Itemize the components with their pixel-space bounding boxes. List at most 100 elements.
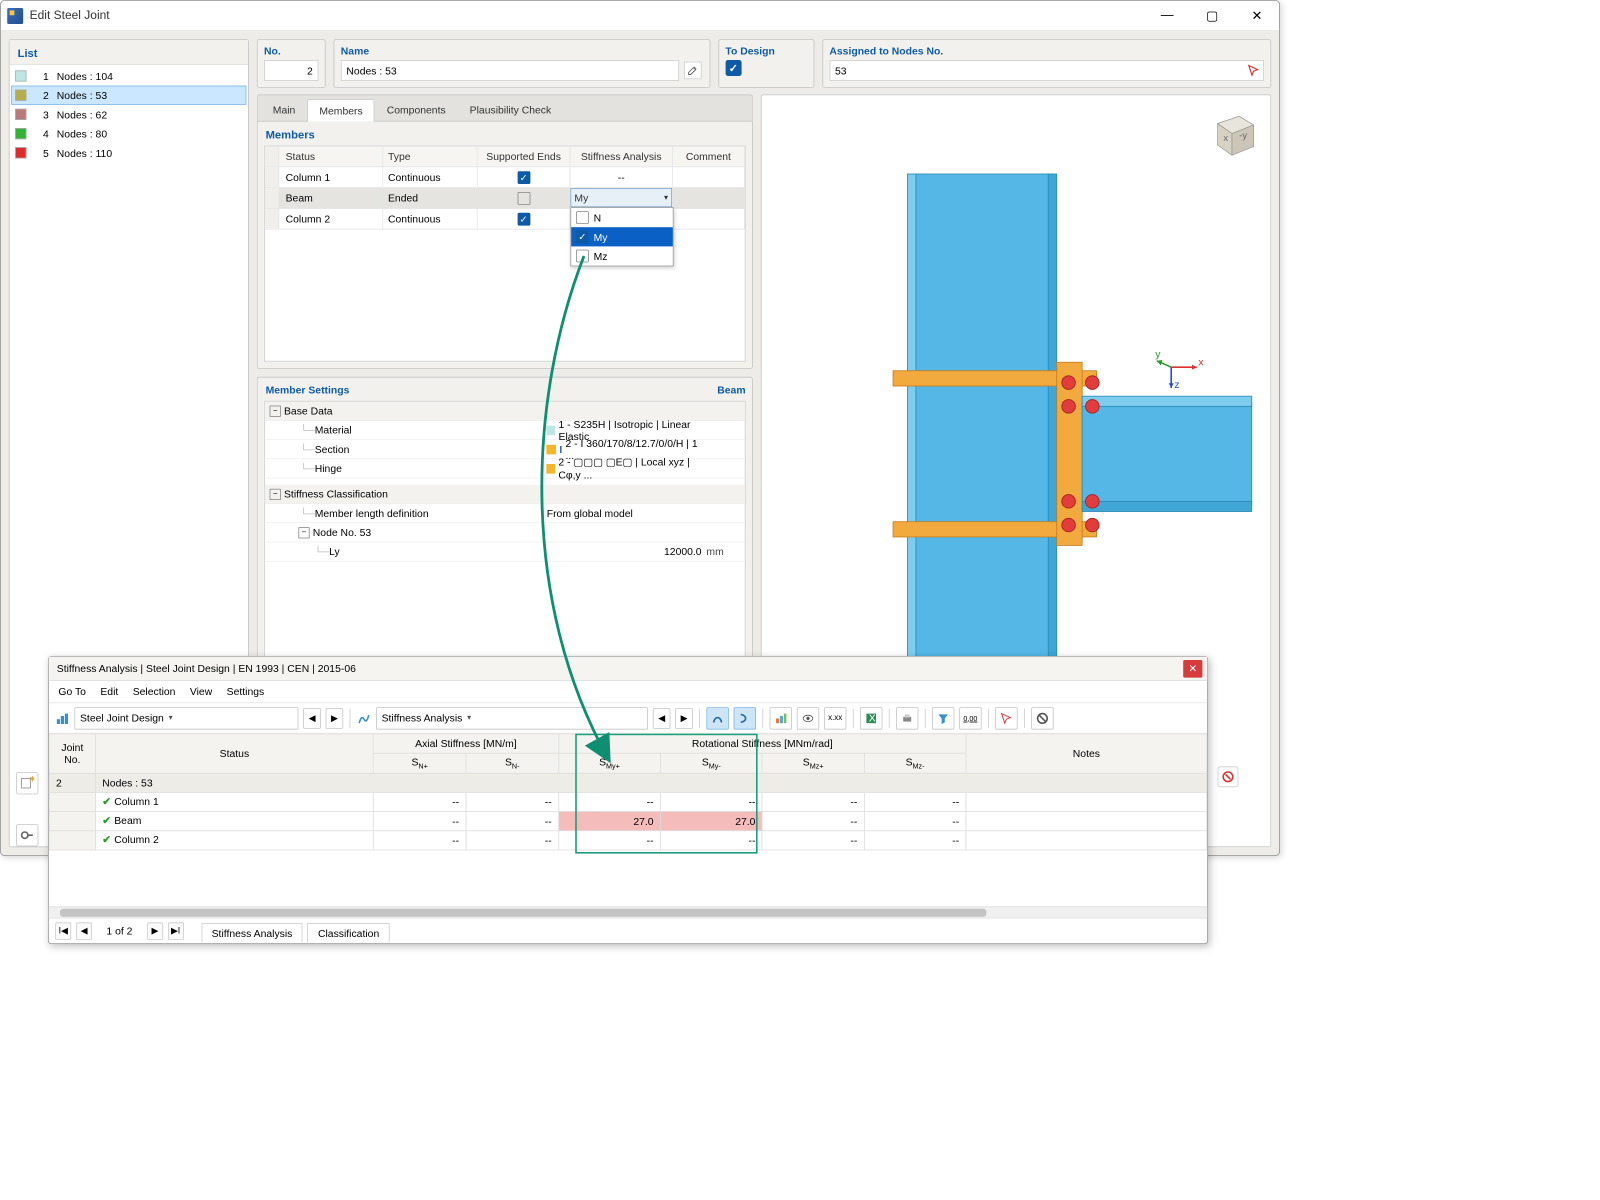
- nav-cube-icon[interactable]: -y x: [1203, 105, 1261, 163]
- clear-results-button[interactable]: [1218, 766, 1239, 787]
- results-close-button[interactable]: ✕: [1183, 660, 1202, 678]
- side-tool-new[interactable]: ✶: [16, 772, 38, 794]
- group-row[interactable]: 2 Nodes : 53: [49, 773, 1207, 792]
- pick-nodes-icon[interactable]: [1245, 62, 1263, 80]
- tree-row[interactable]: └─ Ly12000.0mm: [265, 542, 745, 561]
- menu-settings[interactable]: Settings: [227, 686, 265, 698]
- supported-checkbox[interactable]: ✓: [517, 171, 530, 184]
- next-design-button[interactable]: ▶: [326, 708, 344, 729]
- tree-row[interactable]: └─ Hinge2 - ▢▢▢ ▢E▢ | Local xyz | Cφ,y .…: [265, 459, 745, 478]
- prev-analysis-button[interactable]: ◀: [653, 708, 671, 729]
- assigned-input[interactable]: [829, 60, 1264, 81]
- print-button[interactable]: [896, 707, 918, 729]
- footer-tab-classification[interactable]: Classification: [308, 923, 390, 942]
- target-button[interactable]: [995, 707, 1017, 729]
- footer-tab-stiffness[interactable]: Stiffness Analysis: [201, 923, 303, 942]
- list-panel-title: List: [10, 40, 248, 65]
- expander-icon[interactable]: −: [298, 527, 309, 538]
- pager-prev[interactable]: ◀: [76, 922, 92, 940]
- expander-icon[interactable]: −: [270, 488, 281, 499]
- maximize-button[interactable]: ▢: [1190, 0, 1235, 30]
- list-item[interactable]: 4 Nodes : 80: [11, 124, 246, 143]
- menu-edit[interactable]: Edit: [100, 686, 118, 698]
- results-menubar: Go To Edit Selection View Settings: [49, 681, 1207, 703]
- results-title: Stiffness Analysis | Steel Joint Design …: [57, 662, 356, 674]
- dropdown-option[interactable]: ✓ My: [571, 227, 673, 246]
- stiffness-dropdown[interactable]: My▾: [570, 188, 672, 207]
- app-icon: [7, 8, 23, 24]
- assigned-label: Assigned to Nodes No.: [829, 45, 1264, 57]
- chevron-down-icon: ▾: [169, 714, 173, 723]
- tree-row[interactable]: └─ Member length definitionFrom global m…: [265, 504, 745, 523]
- help-button[interactable]: [1031, 707, 1053, 729]
- tool-color-button[interactable]: [770, 707, 792, 729]
- tab-plausibility-check[interactable]: Plausibility Check: [458, 98, 563, 120]
- dropdown-option[interactable]: N: [571, 208, 673, 227]
- tab-members[interactable]: Members: [307, 99, 374, 121]
- svg-text:x: x: [1198, 358, 1203, 369]
- no-box: No.: [257, 39, 326, 88]
- supported-checkbox[interactable]: ✓: [517, 212, 530, 225]
- list-item[interactable]: 2 Nodes : 53: [11, 86, 246, 105]
- design-combo-label: Steel Joint Design: [80, 712, 164, 724]
- member-row[interactable]: Column 1 Continuous ✓ --: [265, 167, 745, 188]
- tree-row[interactable]: −Stiffness Classification: [265, 485, 745, 504]
- menu-go-to[interactable]: Go To: [58, 686, 86, 698]
- no-input[interactable]: [264, 60, 318, 81]
- tab-main[interactable]: Main: [261, 98, 308, 120]
- rename-icon[interactable]: [684, 62, 702, 80]
- results-footer: I◀ ◀ 1 of 2 ▶ ▶I Stiffness Analysis Clas…: [49, 918, 1207, 944]
- results-grid[interactable]: JointNo. Status Axial Stiffness [MN/m] R…: [49, 734, 1207, 907]
- name-label: Name: [341, 45, 703, 57]
- svg-text:y: y: [1155, 350, 1161, 361]
- expander-icon[interactable]: −: [270, 405, 281, 416]
- next-analysis-button[interactable]: ▶: [675, 708, 693, 729]
- menu-selection[interactable]: Selection: [133, 686, 176, 698]
- precision-button[interactable]: 0,00: [959, 707, 981, 729]
- tool-value-button[interactable]: x.xx: [824, 707, 846, 729]
- swatch-icon: [15, 70, 26, 81]
- toggle-a-button[interactable]: [706, 707, 728, 729]
- export-excel-button[interactable]: X: [860, 707, 882, 729]
- pager-first[interactable]: I◀: [55, 922, 71, 940]
- close-button[interactable]: ✕: [1234, 0, 1279, 30]
- swatch-icon: [15, 109, 26, 120]
- design-combo[interactable]: Steel Joint Design ▾: [74, 707, 298, 729]
- pager-next[interactable]: ▶: [147, 922, 163, 940]
- filter-button[interactable]: [932, 707, 954, 729]
- tab-components[interactable]: Components: [375, 98, 458, 120]
- pager-last[interactable]: ▶I: [168, 922, 184, 940]
- swatch-icon: [15, 147, 26, 158]
- tool-show-button[interactable]: [797, 707, 819, 729]
- window-title: Edit Steel Joint: [30, 9, 1145, 23]
- list-item[interactable]: 3 Nodes : 62: [11, 105, 246, 124]
- result-row[interactable]: ✔Beam -- -- 27.0 27.0 -- --: [49, 811, 1207, 830]
- members-panel: Members StatusTypeSupported EndsStiffnes…: [257, 121, 753, 369]
- supported-checkbox[interactable]: [517, 192, 530, 205]
- prev-design-button[interactable]: ◀: [303, 708, 321, 729]
- member-row[interactable]: Beam Ended My▾ N ✓ My Mz: [265, 188, 745, 209]
- to-design-checkbox[interactable]: ✓: [725, 60, 741, 76]
- side-tool-key[interactable]: [16, 824, 38, 846]
- titlebar[interactable]: Edit Steel Joint — ▢ ✕: [1, 1, 1279, 31]
- result-row[interactable]: ✔Column 2 -- -- -- -- -- --: [49, 830, 1207, 849]
- name-box: Name: [334, 39, 711, 88]
- toggle-b-button[interactable]: [734, 707, 756, 729]
- chevron-down-icon: ▾: [467, 714, 471, 723]
- dropdown-option[interactable]: Mz: [571, 246, 673, 265]
- results-titlebar[interactable]: Stiffness Analysis | Steel Joint Design …: [49, 657, 1207, 681]
- analysis-combo[interactable]: Stiffness Analysis ▾: [376, 707, 648, 729]
- menu-view[interactable]: View: [190, 686, 212, 698]
- analysis-icon: [357, 711, 371, 725]
- pager-label: 1 of 2: [106, 925, 132, 937]
- minimize-button[interactable]: —: [1145, 0, 1190, 30]
- hscroll[interactable]: [49, 906, 1207, 917]
- analysis-combo-label: Stiffness Analysis: [382, 712, 463, 724]
- result-row[interactable]: ✔Column 1 -- -- -- -- -- --: [49, 792, 1207, 811]
- name-input[interactable]: [341, 60, 679, 81]
- list-item[interactable]: 5 Nodes : 110: [11, 143, 246, 162]
- list-item[interactable]: 1 Nodes : 104: [11, 66, 246, 85]
- svg-text:✶: ✶: [28, 776, 34, 785]
- no-label: No.: [264, 45, 318, 57]
- tree-row[interactable]: −Node No. 53: [265, 523, 745, 542]
